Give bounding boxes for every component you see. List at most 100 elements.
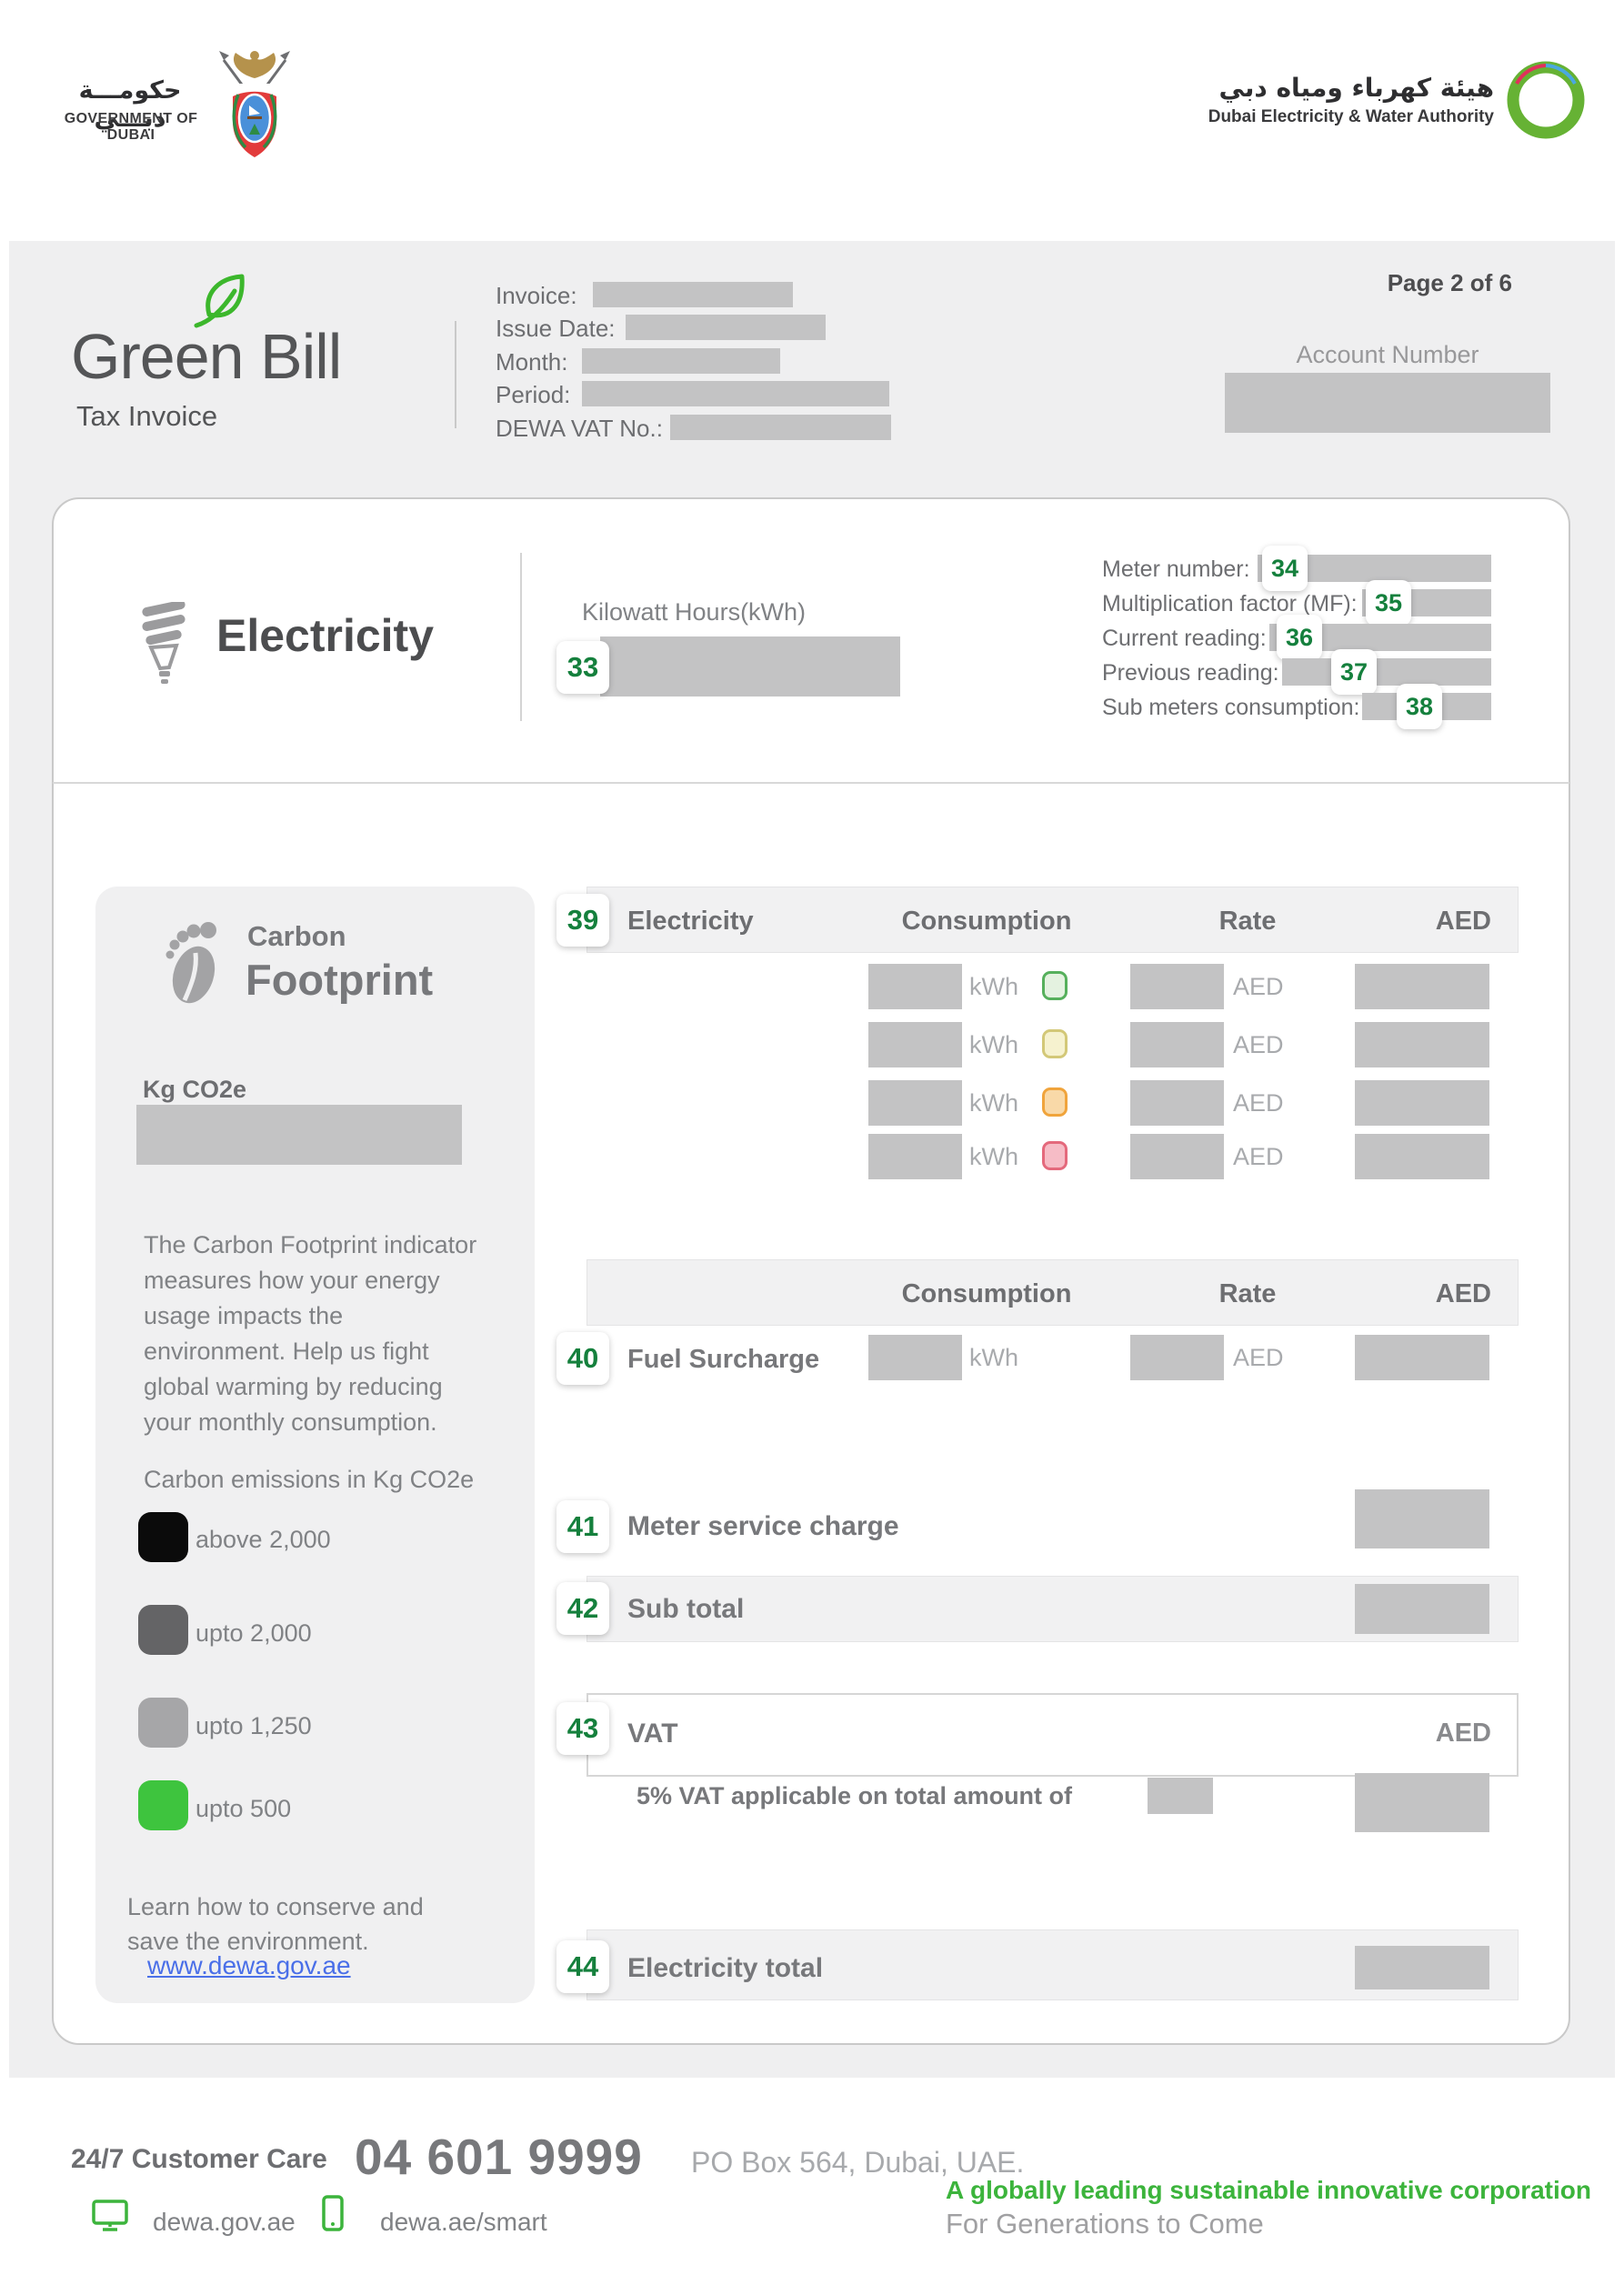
kwh-badge: 33 — [556, 641, 609, 694]
legend-swatch-upto-500 — [138, 1780, 188, 1830]
meter-row-label: Multiplication factor (MF): — [1102, 591, 1358, 617]
invoice-field-label: Period: — [496, 381, 570, 409]
dewa-logo-arabic: هيئة كهرباء ومياه دبي — [1207, 73, 1494, 103]
legend-swatch-upto-2000 — [138, 1605, 188, 1655]
electricity-section-title: Electricity — [216, 609, 434, 662]
redacted-month-value — [582, 348, 780, 374]
redacted-subtotal-amount — [1355, 1584, 1489, 1634]
col-header-rate: Rate — [1202, 1279, 1293, 1309]
redacted-period-value — [582, 381, 889, 406]
vat-aed-header: AED — [1400, 1719, 1491, 1749]
redacted-consumption — [868, 1022, 962, 1067]
redacted-amount — [1355, 1022, 1489, 1067]
kwh-unit: kWh — [969, 1143, 1018, 1171]
redacted-consumption — [868, 964, 962, 1009]
redacted-rate — [1130, 1335, 1224, 1380]
col-header-aed: AED — [1400, 907, 1491, 937]
po-box-address: PO Box 564, Dubai, UAE. — [691, 2146, 1024, 2180]
fuel-surcharge-label: Fuel Surcharge — [627, 1345, 819, 1375]
page-indicator: Page 2 of 6 — [1309, 269, 1512, 297]
redacted-amount — [1355, 964, 1489, 1009]
carbon-title-small: Carbon — [247, 920, 346, 953]
redacted-rate — [1130, 1080, 1224, 1126]
green-bill-page: حكومـــة دبـــي GOVERNMENT OF DUBAI هيئة… — [0, 0, 1624, 2295]
redacted-rate — [1130, 964, 1224, 1009]
customer-care-phone: 04 601 9999 — [355, 2128, 643, 2186]
carbon-footprint-icon — [159, 917, 225, 1007]
footer-smart-link[interactable]: dewa.ae/smart — [380, 2208, 547, 2237]
redacted-consumption — [868, 1080, 962, 1126]
col-header-aed: AED — [1400, 1279, 1491, 1309]
card-section-divider — [53, 782, 1569, 784]
legend-swatch-upto-1250 — [138, 1698, 188, 1748]
redacted-amount — [1355, 1080, 1489, 1126]
meter-row-badge: 35 — [1366, 580, 1411, 626]
carbon-title-large: Footprint — [246, 955, 433, 1005]
gov-logo-english: GOVERNMENT OF DUBAI — [40, 111, 222, 144]
redacted-amount — [1355, 1335, 1489, 1380]
redacted-vat-amount — [1355, 1773, 1489, 1832]
meter-service-label: Meter service charge — [627, 1511, 899, 1542]
slogan-green: A globally leading sustainable innovativ… — [946, 2176, 1591, 2205]
electricity-total-badge: 44 — [556, 1940, 609, 1993]
redacted-previous-reading — [1282, 658, 1491, 686]
electricity-bulb-icon — [136, 602, 193, 693]
subtotal-label: Sub total — [627, 1594, 744, 1625]
header-divider — [455, 321, 456, 428]
conserve-text: Learn how to conserve and save the envir… — [127, 1889, 459, 1959]
redacted-total-amount — [1355, 1946, 1489, 1989]
legend-swatch-above-2000 — [138, 1512, 188, 1562]
subtotal-badge: 42 — [556, 1582, 609, 1635]
aed-unit: AED — [1233, 1089, 1284, 1117]
redacted-consumption — [868, 1134, 962, 1179]
consumption-table-badge: 39 — [556, 894, 609, 947]
dubai-emblem-icon — [207, 47, 302, 165]
kwh-label: Kilowatt Hours(kWh) — [582, 598, 806, 626]
meter-row-badge: 38 — [1397, 684, 1442, 729]
electricity-total-label: Electricity total — [627, 1953, 823, 1984]
legend-label: upto 1,250 — [195, 1712, 312, 1740]
legend-label: upto 500 — [195, 1795, 291, 1823]
carbon-legend-title: Carbon emissions in Kg CO2e — [144, 1466, 474, 1494]
meter-row-label: Current reading: — [1102, 626, 1267, 652]
redacted-issue-date-value — [626, 315, 826, 340]
fuel-surcharge-badge: 40 — [556, 1332, 609, 1385]
redacted-kwh-value — [600, 636, 900, 697]
legend-label: upto 2,000 — [195, 1619, 312, 1648]
aed-unit: AED — [1233, 1031, 1284, 1059]
footer-web-link[interactable]: dewa.gov.ae — [153, 2208, 296, 2237]
meter-row-badge: 36 — [1277, 615, 1322, 660]
monitor-icon — [91, 2199, 129, 2233]
legend-label: above 2,000 — [195, 1526, 331, 1554]
slab-indicator-red — [1042, 1141, 1068, 1170]
col-header-rate: Rate — [1202, 907, 1293, 937]
redacted-invoice-value — [593, 282, 793, 307]
redacted-amount — [1355, 1134, 1489, 1179]
carbon-description: The Carbon Footprint indicator measures … — [144, 1228, 489, 1440]
invoice-field-label: Month: — [496, 348, 568, 376]
invoice-field-label: DEWA VAT No.: — [496, 415, 663, 443]
kwh-unit: kWh — [969, 1089, 1018, 1117]
vat-box — [586, 1693, 1519, 1777]
smartphone-icon — [321, 2195, 345, 2233]
slab-indicator-green — [1042, 971, 1068, 1000]
dewa-website-link[interactable]: www.dewa.gov.ae — [147, 1951, 351, 1980]
aed-unit: AED — [1233, 973, 1284, 1001]
slogan-gray: For Generations to Come — [946, 2208, 1264, 2240]
redacted-rate — [1130, 1134, 1224, 1179]
redacted-account-number — [1225, 373, 1550, 433]
kwh-unit: kWh — [969, 1031, 1018, 1059]
meter-row-badge: 37 — [1331, 649, 1377, 695]
account-number-label: Account Number — [1225, 341, 1550, 369]
meter-row-label: Meter number: — [1102, 556, 1250, 583]
meter-service-badge: 41 — [556, 1500, 609, 1553]
customer-care-label: 24/7 Customer Care — [71, 2144, 327, 2175]
electricity-header-divider — [520, 553, 522, 721]
page-subtitle: Tax Invoice — [76, 400, 217, 433]
redacted-rate — [1130, 1022, 1224, 1067]
vat-badge: 43 — [556, 1702, 609, 1755]
page-title: Green Bill — [71, 320, 341, 393]
redacted-meter-service-amount — [1355, 1489, 1489, 1548]
meter-row-label: Sub meters consumption: — [1102, 695, 1359, 721]
kwh-unit: kWh — [969, 973, 1018, 1001]
